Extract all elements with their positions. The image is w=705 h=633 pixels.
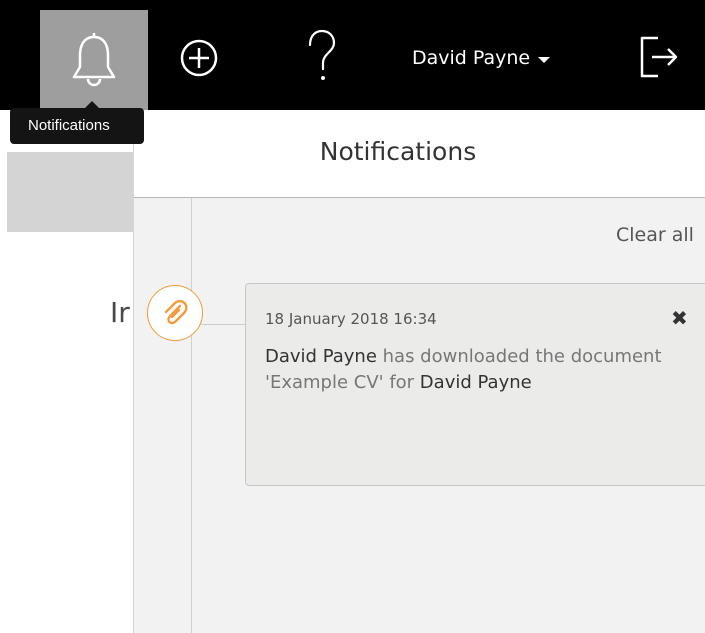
notification-card: 18 January 2018 16:34 ✖ David Payne has … [245, 283, 705, 486]
notifications-panel: Notifications Clear all 18 January 2018 … [133, 110, 705, 633]
paperclip-icon [147, 285, 203, 341]
panel-title: Notifications [319, 137, 477, 166]
notification-actor: David Payne [265, 346, 377, 367]
caret-down-icon [538, 56, 551, 63]
notification-timestamp: 18 January 2018 16:34 [265, 310, 437, 328]
logout-icon[interactable] [634, 32, 684, 82]
notifications-tooltip: Notifications [10, 108, 144, 144]
panel-header: Notifications [134, 110, 705, 198]
timeline-line [191, 198, 192, 633]
notification-subject: David Payne [419, 372, 532, 393]
close-icon[interactable]: ✖ [671, 306, 688, 331]
notification-message: David Payne has downloaded the document … [265, 344, 665, 396]
help-question-icon[interactable] [298, 28, 344, 84]
user-menu-button[interactable]: David Payne [412, 47, 551, 69]
page-banner [7, 152, 137, 232]
bell-icon [40, 10, 148, 110]
add-circle-icon[interactable] [176, 35, 222, 81]
user-name-label: David Payne [412, 47, 531, 69]
top-navigation-bar: David Payne [0, 0, 705, 110]
timeline-connector [201, 324, 246, 325]
clear-all-link[interactable]: Clear all [616, 224, 694, 246]
page-heading-partial: Ir [110, 296, 130, 329]
notifications-button[interactable] [40, 10, 148, 110]
